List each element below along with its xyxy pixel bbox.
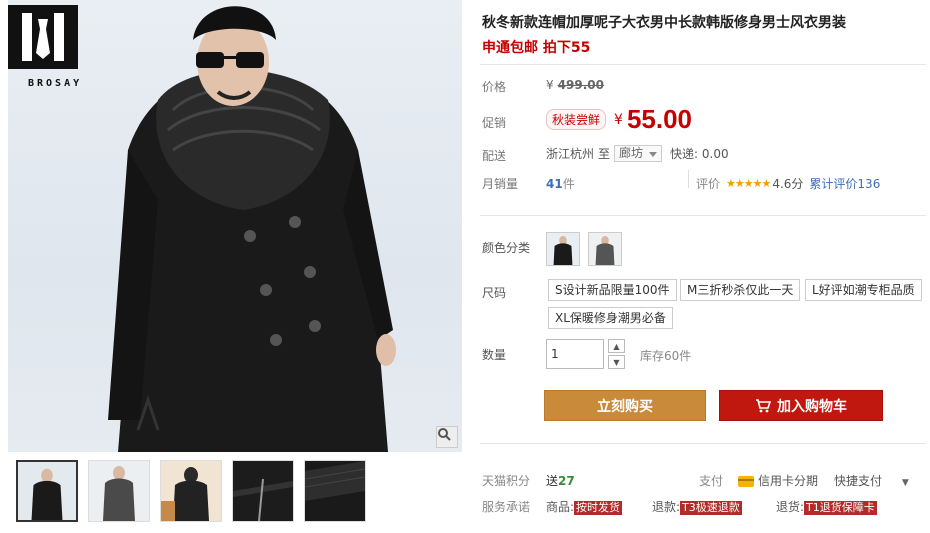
brand-logo-icon — [8, 5, 78, 69]
chevron-up-icon: ▲ — [613, 341, 620, 351]
sales-count-unit: 件 — [562, 177, 575, 191]
points-text: 送 — [546, 474, 559, 488]
size-label: 尺码 — [482, 286, 507, 300]
price-label: 价格 — [482, 80, 507, 94]
delivery-city-dropdown[interactable]: 廊坊 — [614, 145, 663, 162]
credit-installment[interactable]: 信用卡分期 — [738, 472, 818, 489]
add-to-cart-button[interactable]: 加入购物车 — [719, 390, 883, 421]
delivery-to-word: 至 — [598, 147, 611, 161]
divider — [480, 64, 926, 65]
chevron-down-icon: ▼ — [613, 357, 620, 367]
promo-currency-symbol: ¥ — [614, 111, 623, 128]
service-item-refund: 退款: T3极速退款 — [652, 498, 742, 515]
magnifier-icon — [438, 428, 451, 441]
main-product-image[interactable]: BROSAY — [8, 0, 462, 452]
buy-now-button[interactable]: 立刻购买 — [544, 390, 706, 421]
divider — [688, 170, 689, 188]
rating-score: 4.6分 — [772, 177, 804, 191]
promo-tag: 秋装尝鲜 — [546, 109, 607, 130]
promo-label: 促销 — [482, 116, 507, 130]
express-fee: 快递: 0.00 — [670, 147, 729, 161]
sales-label: 月销量 — [482, 177, 519, 191]
delivery-label: 配送 — [482, 149, 507, 163]
quantity-decrease-button[interactable]: ▼ — [608, 355, 625, 369]
service-badge: T1退货保障卡 — [804, 501, 877, 515]
buy-now-label: 立刻购买 — [597, 398, 653, 415]
divider — [480, 443, 926, 444]
rating-stars-icon: ★★★★★ — [726, 177, 771, 190]
add-to-cart-label: 加入购物车 — [777, 398, 847, 415]
quick-pay-label: 快捷支付 — [834, 474, 883, 488]
product-title: 秋冬新款连帽加厚呢子大衣男中长款韩版修身男士风衣男装 — [482, 15, 846, 31]
delivery-from: 浙江杭州 — [546, 147, 595, 161]
size-option-xl[interactable]: XL保暖修身潮男必备 — [548, 307, 673, 329]
currency-symbol: ¥ — [546, 78, 554, 92]
service-item-shipping-label: 商品: — [546, 500, 575, 514]
color-option-black[interactable] — [546, 232, 580, 266]
thumbnail-4[interactable] — [232, 460, 294, 522]
service-item-return: 退货: T1退货保障卡 — [776, 498, 877, 515]
quantity-label: 数量 — [482, 348, 507, 362]
quantity-increase-button[interactable]: ▲ — [608, 339, 625, 353]
credit-card-icon — [738, 476, 754, 487]
points-value: 送27 — [546, 472, 575, 489]
brand-logo-text: BROSAY — [28, 78, 83, 89]
delivery-row: 浙江杭州 至 廊坊 快递: 0.00 — [546, 145, 729, 162]
sales-count-value: 41 — [546, 177, 563, 191]
size-option-m[interactable]: M三折秒杀仅此一天 — [680, 279, 801, 301]
color-option-grey[interactable] — [588, 232, 622, 266]
thumbnail-1[interactable] — [16, 460, 78, 522]
service-badge: 按时发货 — [574, 501, 623, 515]
thumbnail-strip — [8, 460, 462, 530]
points-number: 27 — [558, 474, 575, 488]
quick-pay-dropdown[interactable]: 快捷支付 ▼ — [834, 472, 909, 489]
zoom-button[interactable] — [436, 426, 458, 448]
service-badge: T3极速退款 — [680, 501, 742, 515]
size-option-s[interactable]: S设计新品限量100件 — [548, 279, 677, 301]
chevron-down-icon: ▼ — [901, 478, 909, 488]
service-label: 服务承诺 — [482, 500, 531, 514]
original-price-value: 499.00 — [557, 78, 604, 92]
original-price: ¥499.00 — [546, 78, 604, 92]
product-subtitle: 申通包邮 拍下55 — [482, 40, 591, 56]
stock-text: 库存60件 — [640, 349, 692, 363]
total-reviews-link[interactable]: 累计评价136 — [809, 175, 880, 192]
pay-label: 支付 — [699, 474, 724, 488]
product-gallery: BROSAY — [8, 0, 462, 533]
divider — [480, 215, 926, 216]
product-detail-panel: 秋冬新款连帽加厚呢子大衣男中长款韩版修身男士风衣男装 申通包邮 拍下55 价格 … — [480, 0, 926, 533]
promo-price-value: 55.00 — [626, 104, 693, 134]
thumbnail-5[interactable] — [304, 460, 366, 522]
service-item-refund-label: 退款: — [652, 500, 681, 514]
thumbnail-2[interactable] — [88, 460, 150, 522]
sales-count: 41件 — [546, 175, 575, 192]
rating-label: 评价 — [696, 177, 721, 191]
color-options — [546, 232, 622, 266]
color-label: 颜色分类 — [482, 241, 531, 255]
points-label: 天猫积分 — [482, 474, 531, 488]
service-item-shipping: 商品: 按时发货 — [546, 498, 623, 515]
cart-icon — [756, 398, 771, 412]
delivery-city: 廊坊 — [619, 146, 644, 160]
chevron-down-icon — [649, 152, 658, 157]
size-option-l[interactable]: L好评如潮专柜品质 — [805, 279, 922, 301]
credit-installment-label: 信用卡分期 — [758, 474, 819, 488]
thumbnail-3[interactable] — [160, 460, 222, 522]
service-item-return-label: 退货: — [776, 500, 805, 514]
quantity-input[interactable]: 1 — [546, 339, 604, 369]
rating-row: 评价 ★★★★★ 4.6分 累计评价136 — [696, 175, 880, 192]
promo-price-row: 秋装尝鲜 ¥ 55.00 — [546, 104, 692, 135]
